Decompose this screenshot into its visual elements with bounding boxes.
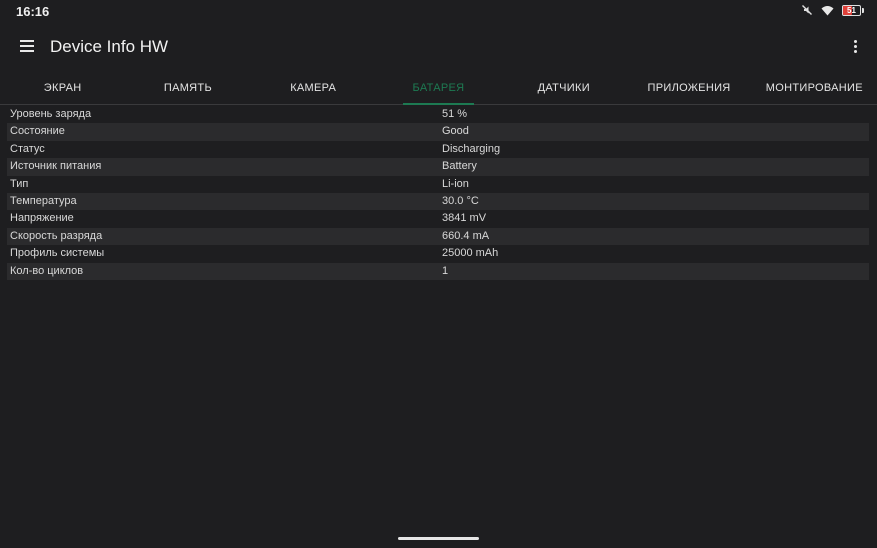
row-value: Li-ion — [442, 177, 469, 190]
table-row: Уровень заряда 51 % — [7, 106, 869, 123]
table-row: Температура 30.0 °C — [7, 192, 869, 211]
table-row: Напряжение 3841 mV — [7, 210, 869, 227]
row-value: Battery — [442, 160, 477, 173]
row-value: 30.0 °C — [442, 194, 479, 207]
tab-mounts[interactable]: МОНТИРОВАНИЕ — [752, 76, 877, 104]
row-label: Статус — [10, 142, 45, 155]
table-row: Статус Discharging — [7, 141, 869, 158]
row-value: 51 % — [442, 108, 468, 120]
status-clock: 16:16 — [16, 4, 50, 19]
row-value: Discharging — [442, 142, 501, 155]
hamburger-menu-icon[interactable] — [14, 35, 40, 59]
row-label: Скорость разряда — [10, 229, 103, 242]
tab-bar: ЭКРАН ПАМЯТЬ КАМЕРА БАТАРЕЯ ДАТЧИКИ ПРИЛОЖЕНИ… — [0, 76, 877, 105]
row-value: 25000 mAh — [442, 247, 499, 260]
row-value: Good — [442, 125, 469, 138]
tab-apps[interactable]: ПРИЛОЖЕНИЯ — [626, 76, 751, 104]
more-vert-icon[interactable] — [847, 35, 863, 57]
table-row: Профиль системы 25000 mAh — [7, 245, 869, 262]
gesture-navigation-handle[interactable] — [398, 537, 479, 540]
tab-camera[interactable]: КАМЕРА — [251, 76, 376, 104]
row-label: Профиль системы — [10, 247, 105, 260]
table-row: Состояние Good — [7, 123, 869, 141]
mute-icon — [802, 5, 812, 15]
status-bar: 16:16 51 — [0, 0, 877, 22]
row-label: Источник питания — [10, 160, 102, 173]
battery-info-table: Уровень заряда 51 % Состояние Good Статус Dis… — [7, 106, 869, 280]
battery-icon: 51 — [842, 4, 864, 16]
table-row: Источник питания Battery — [7, 158, 869, 176]
row-value: 660.4 mA — [442, 229, 490, 242]
tab-sensors[interactable]: ДАТЧИКИ — [501, 76, 626, 104]
battery-level-text: 51 — [847, 5, 856, 15]
wifi-icon — [821, 5, 834, 15]
table-row: Тип Li-ion — [7, 176, 869, 193]
app-title: Device Info HW — [50, 37, 169, 56]
table-row: Скорость разряда 660.4 mA — [7, 227, 869, 246]
row-label: Уровень заряда — [10, 108, 92, 120]
table-row: Кол-во циклов 1 — [7, 262, 869, 280]
app-bar: Device Info HW — [0, 22, 877, 72]
row-value: 3841 mV — [442, 212, 487, 225]
tab-battery[interactable]: БАТАРЕЯ — [376, 76, 501, 105]
row-label: Тип — [10, 177, 29, 190]
row-label: Кол-во циклов — [10, 264, 84, 277]
tab-memory[interactable]: ПАМЯТЬ — [125, 76, 250, 104]
row-label: Температура — [10, 194, 77, 207]
row-value: 1 — [442, 264, 449, 277]
row-label: Напряжение — [10, 212, 74, 225]
status-icons: 51 — [801, 4, 864, 16]
tab-screen[interactable]: ЭКРАН — [0, 76, 125, 104]
row-label: Состояние — [10, 125, 65, 138]
